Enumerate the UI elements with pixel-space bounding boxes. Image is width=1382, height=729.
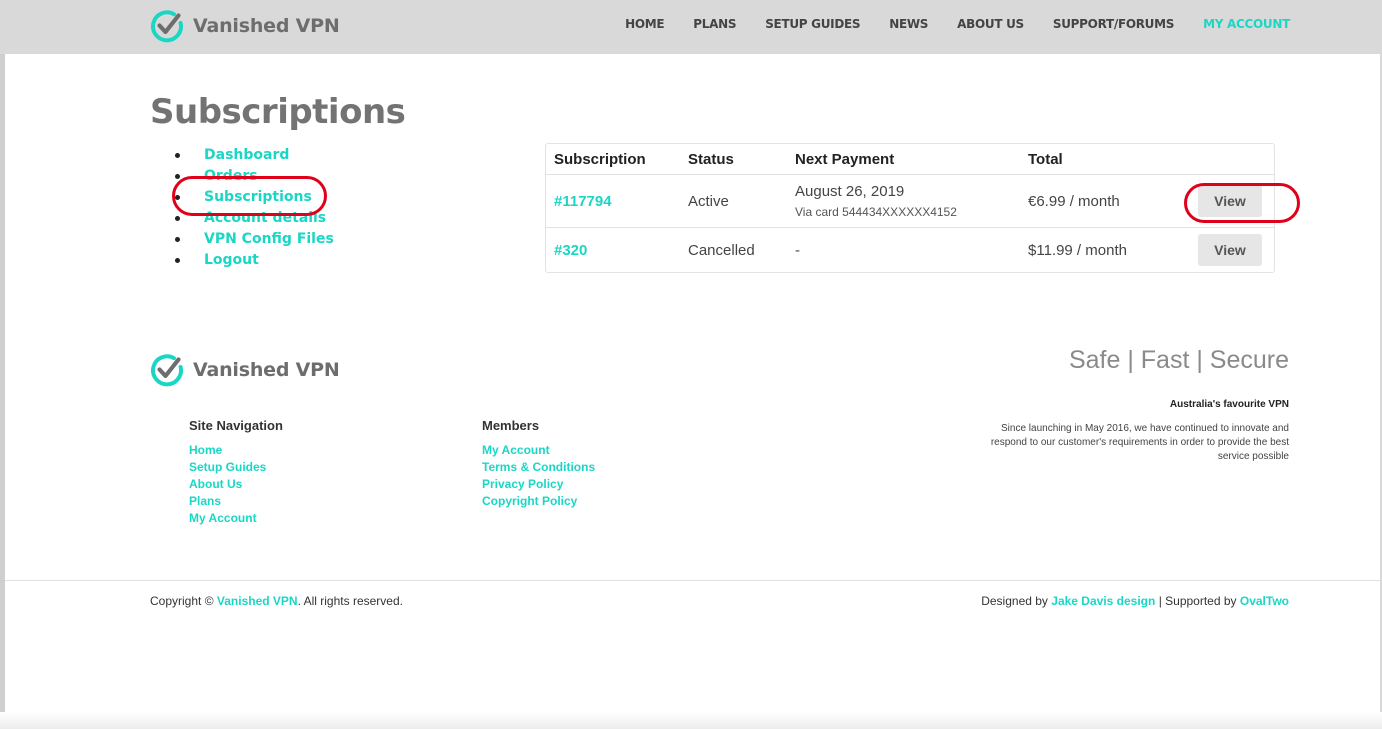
- window-left-edge: [0, 0, 5, 729]
- dashboard-link[interactable]: Dashboard: [204, 147, 289, 163]
- designed-by-prefix: Designed by: [981, 594, 1048, 608]
- account-menu-item-logout: Logout: [175, 249, 334, 270]
- subscription-id-link[interactable]: #320: [554, 242, 587, 259]
- credits-text: Designed by Jake Davis design | Supporte…: [981, 594, 1289, 608]
- logout-link[interactable]: Logout: [204, 252, 259, 268]
- subscription-id-cell: #320: [546, 228, 680, 272]
- col-total: Total: [1020, 144, 1178, 175]
- nav-home[interactable]: HOME: [625, 17, 664, 31]
- favourite-vpn-heading: Australia's favourite VPN: [1169, 399, 1289, 410]
- check-circle-icon: [151, 10, 183, 43]
- brand-name: Vanished VPN: [193, 15, 340, 37]
- window-bottom-shadow: [0, 712, 1382, 729]
- footer-link-home[interactable]: Home: [189, 443, 222, 457]
- site-navigation-title: Site Navigation: [189, 418, 283, 433]
- col-next-payment: Next Payment: [787, 144, 1020, 175]
- footer-link-about-us[interactable]: About Us: [189, 477, 242, 491]
- check-circle-icon: [151, 354, 183, 387]
- copyright-brand-link[interactable]: Vanished VPN: [217, 594, 298, 608]
- footer-link-terms[interactable]: Terms & Conditions: [482, 460, 595, 474]
- supporter-link[interactable]: OvalTwo: [1240, 594, 1289, 608]
- nav-support-forums[interactable]: SUPPORT/FORUMS: [1053, 17, 1175, 31]
- col-actions: [1178, 144, 1274, 175]
- subscription-id-cell: #117794: [546, 175, 680, 228]
- subscriptions-table: Subscription Status Next Payment Total #…: [545, 143, 1275, 273]
- highlight-oval-subscriptions: [172, 176, 327, 216]
- nav-my-account[interactable]: MY ACCOUNT: [1203, 17, 1290, 31]
- copyright-text: Copyright © Vanished VPN. All rights res…: [150, 594, 403, 608]
- footer-link-copyright-policy[interactable]: Copyright Policy: [482, 494, 577, 508]
- payment-method-note: Via card 544434XXXXXX4152: [795, 205, 957, 219]
- site-header: Vanished VPN HOME PLANS SETUP GUIDES NEW…: [0, 0, 1382, 54]
- nav-plans[interactable]: PLANS: [693, 17, 736, 31]
- copyright-suffix: . All rights reserved.: [297, 594, 403, 608]
- footer-link-plans[interactable]: Plans: [189, 494, 221, 508]
- footer-tagline: Safe | Fast | Secure: [1068, 346, 1289, 374]
- footer-link-members-my-account[interactable]: My Account: [482, 443, 550, 457]
- col-subscription: Subscription: [546, 144, 680, 175]
- total-cell: €6.99 / month: [1020, 175, 1178, 228]
- footer-logo[interactable]: Vanished VPN: [150, 353, 340, 387]
- page-title: Subscriptions: [150, 92, 406, 132]
- next-payment-cell: August 26, 2019 Via card 544434XXXXXX415…: [787, 175, 1020, 228]
- members-title: Members: [482, 418, 540, 433]
- subscription-id-link[interactable]: #117794: [554, 193, 612, 210]
- members-links: My Account Terms & Conditions Privacy Po…: [482, 441, 595, 509]
- col-status: Status: [680, 144, 787, 175]
- table-header-row: Subscription Status Next Payment Total: [546, 144, 1274, 175]
- footer-link-privacy[interactable]: Privacy Policy: [482, 477, 563, 491]
- actions-cell: View: [1178, 228, 1274, 272]
- vpn-config-files-link[interactable]: VPN Config Files: [204, 231, 334, 247]
- nav-setup-guides[interactable]: SETUP GUIDES: [765, 17, 860, 31]
- nav-about-us[interactable]: ABOUT US: [957, 17, 1024, 31]
- view-button[interactable]: View: [1198, 234, 1262, 266]
- table-row: #117794 Active August 26, 2019 Via card …: [546, 175, 1274, 228]
- designer-link[interactable]: Jake Davis design: [1051, 594, 1155, 608]
- table-row: #320 Cancelled - $11.99 / month View: [546, 228, 1274, 272]
- total-cell: $11.99 / month: [1028, 241, 1127, 259]
- site-navigation-links: Home Setup Guides About Us Plans My Acco…: [189, 441, 266, 526]
- next-payment-date: August 26, 2019: [795, 183, 905, 200]
- about-text: Since launching in May 2016, we have con…: [990, 423, 1289, 462]
- footer-divider: [5, 580, 1380, 581]
- footer-brand-name: Vanished VPN: [193, 359, 340, 381]
- main-nav: HOME PLANS SETUP GUIDES NEWS ABOUT US SU…: [596, 17, 1290, 31]
- highlight-oval-view-button: [1184, 183, 1300, 223]
- header-logo[interactable]: Vanished VPN: [150, 9, 340, 43]
- footer-link-setup-guides[interactable]: Setup Guides: [189, 460, 266, 474]
- copyright-prefix: Copyright ©: [150, 594, 214, 608]
- account-menu-item-vpn-config: VPN Config Files: [175, 228, 334, 249]
- nav-news[interactable]: NEWS: [889, 17, 928, 31]
- supported-by-prefix: | Supported by: [1158, 594, 1237, 608]
- next-payment-cell: -: [795, 241, 800, 259]
- account-menu-item-dashboard: Dashboard: [175, 144, 334, 165]
- status-cell: Cancelled: [688, 241, 755, 259]
- status-cell: Active: [680, 175, 787, 228]
- footer-link-my-account[interactable]: My Account: [189, 511, 257, 525]
